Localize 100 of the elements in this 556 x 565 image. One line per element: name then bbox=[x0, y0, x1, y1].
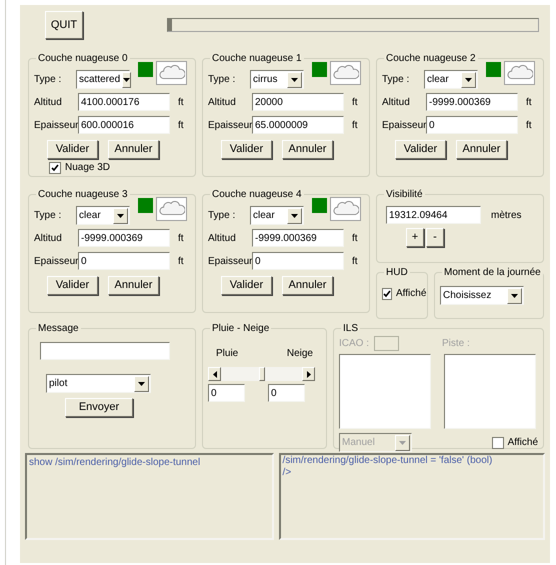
group-title: Couche nuageuse 3 bbox=[37, 188, 129, 202]
field-label: Epaisseur bbox=[208, 118, 252, 132]
field-label: Piste : bbox=[442, 337, 470, 351]
push-button[interactable]: Valider bbox=[47, 276, 98, 295]
unit-label: ft bbox=[352, 232, 358, 246]
checkbox-label: Affiché bbox=[508, 436, 538, 450]
left-arrow-icon bbox=[212, 370, 216, 378]
unit-label: ft bbox=[352, 254, 358, 268]
field-label: Altitud bbox=[34, 96, 63, 110]
quit-button[interactable]: QUIT bbox=[45, 11, 83, 39]
status-square bbox=[312, 62, 327, 77]
field-label: Epaisseur bbox=[382, 118, 426, 132]
dropdown-arrow-icon bbox=[399, 440, 406, 444]
checkbox-label: Affiché bbox=[396, 287, 426, 301]
group-title: Couche nuageuse 2 bbox=[385, 52, 477, 66]
unit-label: ft bbox=[526, 118, 532, 132]
text-field[interactable]: 600.000016 bbox=[78, 116, 170, 134]
text-field[interactable]: 0 bbox=[208, 384, 245, 402]
field-label: Type : bbox=[208, 209, 236, 223]
field-label: Altitud bbox=[34, 232, 63, 246]
horizontal-slider[interactable] bbox=[208, 367, 315, 381]
field-label: Epaisseur bbox=[208, 254, 252, 268]
text-field[interactable]: 0 bbox=[426, 116, 518, 134]
checkmark-icon bbox=[383, 290, 391, 298]
group-title: ILS bbox=[342, 322, 360, 336]
unit-label: ft bbox=[178, 96, 184, 110]
slider-thumb[interactable] bbox=[258, 367, 264, 381]
text-field[interactable]: -9999.000369 bbox=[252, 229, 344, 247]
push-button[interactable]: Valider bbox=[47, 140, 98, 159]
send-button[interactable]: Envoyer bbox=[65, 398, 133, 417]
push-button[interactable]: Annuler bbox=[282, 276, 333, 295]
command-text: show /sim/rendering/glide-slope-tunnel bbox=[29, 456, 202, 470]
cloud-icon bbox=[332, 65, 358, 81]
push-button[interactable]: Annuler bbox=[282, 140, 333, 159]
push-button[interactable]: - bbox=[426, 228, 444, 247]
unit-label: ft bbox=[178, 254, 184, 268]
field-label: Altitud bbox=[382, 96, 411, 110]
message-field[interactable] bbox=[40, 342, 170, 360]
dropdown-arrow-icon bbox=[511, 294, 518, 298]
dropdown[interactable]: clear bbox=[424, 70, 478, 89]
dropdown-arrow-icon bbox=[465, 78, 472, 82]
text-field[interactable]: 0 bbox=[268, 384, 305, 402]
group-title: Message bbox=[37, 322, 80, 336]
slider-label: Neige bbox=[286, 347, 313, 361]
field-label: Altitud bbox=[208, 232, 237, 246]
unit-label: ft bbox=[178, 118, 184, 132]
cloud-icon bbox=[332, 201, 358, 217]
text-field[interactable]: 65.0000009 bbox=[252, 116, 344, 134]
dropdown-arrow-icon bbox=[123, 78, 130, 82]
airport-list[interactable] bbox=[339, 354, 431, 429]
text-field[interactable]: 0 bbox=[78, 252, 170, 270]
push-button[interactable]: Annuler bbox=[108, 276, 159, 295]
text-field[interactable]: -9999.000369 bbox=[78, 229, 170, 247]
dropdown-arrow-icon bbox=[117, 214, 124, 218]
group-title: HUD bbox=[385, 266, 409, 280]
text-field[interactable]: 4100.000176 bbox=[78, 93, 170, 111]
unit-label: ft bbox=[178, 232, 184, 246]
push-button[interactable]: Annuler bbox=[108, 140, 159, 159]
cloud-icon bbox=[158, 201, 184, 217]
dropdown-arrow-icon bbox=[291, 214, 298, 218]
dropdown[interactable]: Choisissez bbox=[440, 286, 524, 305]
checkbox[interactable] bbox=[49, 162, 61, 174]
text-field[interactable]: 20000 bbox=[252, 93, 344, 111]
text-field[interactable]: 0 bbox=[252, 252, 344, 270]
field-label: Type : bbox=[34, 73, 62, 87]
dropdown[interactable]: clear bbox=[76, 206, 130, 225]
checkbox-label: Nuage 3D bbox=[65, 161, 110, 175]
status-square bbox=[486, 62, 501, 77]
push-button[interactable]: + bbox=[406, 228, 424, 247]
runway-list[interactable] bbox=[444, 354, 536, 429]
dropdown[interactable]: cirrus bbox=[250, 70, 304, 89]
field-label: Type : bbox=[382, 73, 410, 87]
dropdown[interactable]: scattered bbox=[76, 70, 130, 89]
right-arrow-icon bbox=[306, 370, 310, 378]
status-square bbox=[312, 198, 327, 213]
field-label: Epaisseur bbox=[34, 254, 78, 268]
group-title: Couche nuageuse 1 bbox=[211, 52, 303, 66]
slider-label: Pluie bbox=[216, 347, 238, 361]
unit-label: ft bbox=[526, 96, 532, 110]
text-field[interactable]: -9999.000369 bbox=[426, 93, 518, 111]
field-label: ICAO : bbox=[339, 337, 370, 351]
group-title: Couche nuageuse 4 bbox=[211, 188, 303, 202]
push-button[interactable]: Valider bbox=[221, 140, 272, 159]
push-button[interactable]: Annuler bbox=[456, 140, 507, 159]
field-label: Altitud bbox=[208, 96, 237, 110]
unit-label: mètres bbox=[491, 208, 522, 222]
push-button[interactable]: Valider bbox=[221, 276, 272, 295]
cloud-icon bbox=[506, 65, 532, 81]
command-area[interactable]: show /sim/rendering/glide-slope-tunnel bbox=[25, 453, 274, 540]
group-title: Pluie - Neige bbox=[211, 322, 270, 336]
status-square bbox=[138, 198, 153, 213]
push-button[interactable]: Valider bbox=[395, 140, 446, 159]
status-square bbox=[138, 62, 153, 77]
dropdown[interactable]: pilot bbox=[46, 374, 151, 393]
dropdown[interactable]: clear bbox=[250, 206, 304, 225]
checkbox[interactable] bbox=[382, 288, 392, 300]
unit-label: ft bbox=[352, 96, 358, 110]
text-field[interactable]: 19312.09464 bbox=[386, 206, 481, 224]
unit-label: ft bbox=[352, 118, 358, 132]
output-area[interactable]: /sim/rendering/glide-slope-tunnel = 'false' (bool) /> bbox=[278, 453, 545, 540]
